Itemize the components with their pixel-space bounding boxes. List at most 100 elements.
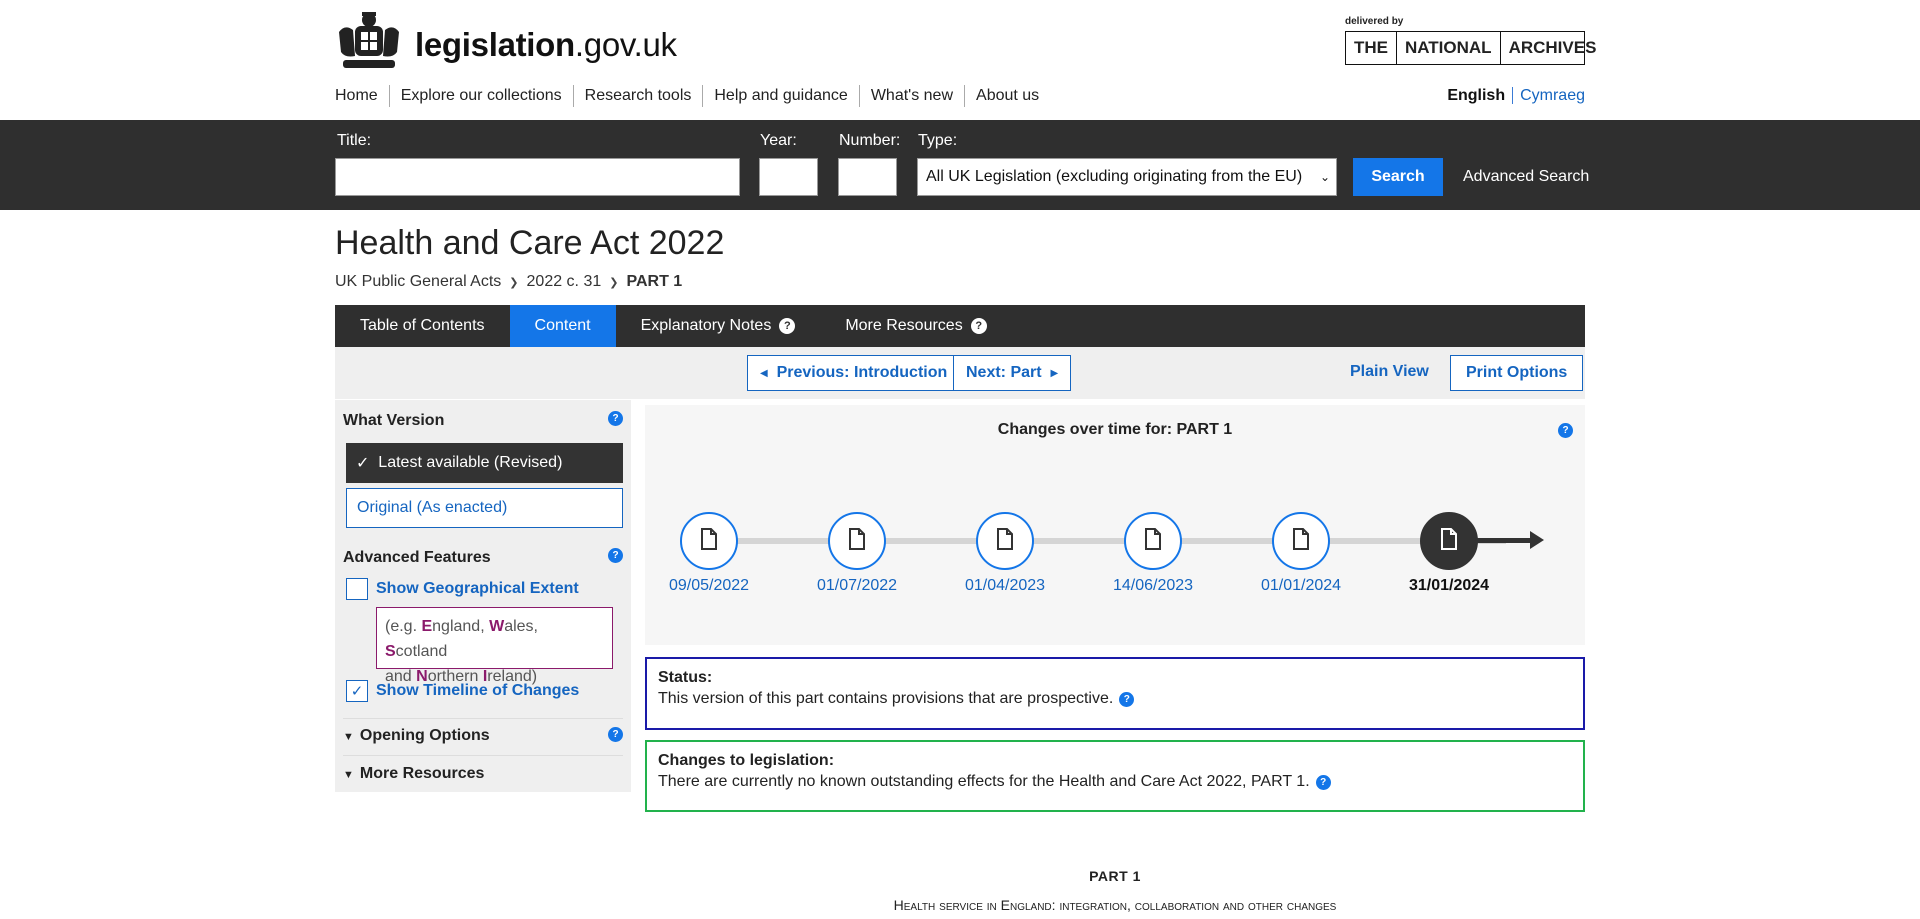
royal-crest-icon [339,12,399,68]
breadcrumb: UK Public General Acts ❯ 2022 c. 31 ❯ PA… [335,273,682,291]
document-icon [996,527,1014,555]
timeline-point[interactable] [1272,512,1330,570]
timeline-panel: Changes over time for: PART 1 ? 09/05/20… [645,405,1585,645]
arrow-right-icon [1530,531,1544,549]
nav-explore-collections[interactable]: Explore our collections [388,85,573,107]
status-heading: Status: [658,669,713,686]
next-button[interactable]: Next: Part ▶ [953,355,1072,391]
more-resources-label: More Resources [359,765,485,782]
help-icon[interactable]: ? [1119,691,1135,707]
help-icon[interactable]: ? [1315,774,1331,790]
changes-text-row: There are currently no known outstanding… [658,773,1572,791]
title-label: Title: [337,132,372,149]
language-switcher: English Cymraeg [1447,85,1585,107]
plain-view-link[interactable]: Plain View [1350,363,1429,381]
year-label: Year: [760,132,797,149]
hint-text: cotland [395,643,448,660]
divider [343,755,623,756]
changes-box: Changes to legislation: There are curren… [645,740,1585,812]
nav-research-tools[interactable]: Research tools [572,85,703,107]
timeline-checkbox[interactable]: ✓ [346,680,368,702]
number-input[interactable] [838,158,897,196]
timeline-point[interactable] [680,512,738,570]
timeline-title: Changes over time for: PART 1 [997,421,1233,438]
timeline-date-link[interactable]: 01/04/2023 [945,577,1065,595]
help-icon[interactable]: ? [779,318,796,334]
year-input[interactable] [759,158,818,196]
timeline-date-link[interactable]: 01/01/2024 [1241,577,1361,595]
help-icon[interactable]: ? [608,727,623,742]
nav-home[interactable]: Home [335,85,389,107]
tab-label: Explanatory Notes [640,317,772,334]
site-name[interactable]: legislation.gov.uk [415,26,677,64]
type-label: Type: [918,132,958,149]
advanced-search-link[interactable]: Advanced Search [1463,168,1589,186]
timeline-point[interactable] [976,512,1034,570]
nav-help-guidance[interactable]: Help and guidance [702,85,858,107]
sidebar: What Version ? ✓ Latest available (Revis… [335,400,631,792]
tab-more-resources[interactable]: More Resources? [820,305,1011,347]
triangle-down-icon: ▼ [343,731,354,743]
chevron-down-icon: ⌄ [1319,170,1330,184]
breadcrumb-chapter-link[interactable]: 2022 c. 31 [527,273,602,291]
part-heading: PART 1 [1089,868,1141,884]
timeline-date-link[interactable]: 01/07/2022 [797,577,917,595]
hint-w: W [489,618,505,635]
hint-text: ngland, [432,618,490,635]
changes-text: There are currently no known outstanding… [658,773,1310,790]
tab-content[interactable]: Content [509,305,616,354]
nav-about-us[interactable]: About us [964,85,1050,107]
timeline-label[interactable]: Show Timeline of Changes [376,682,579,700]
timeline-date-link[interactable]: 14/06/2023 [1093,577,1213,595]
version-original-link[interactable]: Original (As enacted) [346,488,623,528]
search-bar: Title: Year: Number: Type: All UK Legisl… [0,120,1920,210]
content-tabs: Table of Contents Content Explanatory No… [335,305,1585,354]
help-icon[interactable]: ? [1558,423,1573,438]
timeline-point-current [1420,512,1478,570]
timeline-point[interactable] [1124,512,1182,570]
tab-table-of-contents[interactable]: Table of Contents [335,305,510,347]
timeline-point[interactable] [828,512,886,570]
hint-s: S [385,643,396,660]
tab-explanatory-notes[interactable]: Explanatory Notes? [616,305,821,347]
timeline-date-current: 31/01/2024 [1408,577,1490,594]
timeline-date-link[interactable]: 09/05/2022 [649,577,769,595]
site-name-bold: legislation [415,26,575,63]
print-options-button[interactable]: Print Options [1450,355,1584,391]
type-select[interactable]: All UK Legislation (excluding originatin… [917,158,1337,196]
help-icon[interactable]: ? [608,411,623,426]
advanced-features-heading: Advanced Features [343,549,491,566]
document-icon [848,527,866,555]
check-icon: ✓ [350,683,364,700]
check-icon: ✓ [356,455,370,472]
triangle-down-icon: ▼ [343,769,354,781]
tna-word-archives: ARCHIVES [1508,38,1597,57]
version-original-label: Original (As enacted) [357,499,508,516]
what-version-heading: What Version [343,412,445,429]
previous-button[interactable]: ◀ Previous: Introduction [747,355,961,391]
geo-extent-checkbox[interactable] [346,578,368,600]
type-select-value: All UK Legislation (excluding originatin… [926,168,1303,185]
next-label: Next: Part [966,364,1042,381]
opening-options-toggle[interactable]: ▼ Opening Options [343,727,490,745]
search-button[interactable]: Search [1353,158,1443,196]
help-icon[interactable]: ? [608,548,623,563]
main-nav: Home Explore our collections Research to… [335,85,1050,107]
tna-logo[interactable]: delivered by THE NATIONAL ARCHIVES [1345,16,1596,65]
breadcrumb-acts-link[interactable]: UK Public General Acts [335,273,501,291]
help-icon[interactable]: ? [970,318,987,334]
tab-label: More Resources [845,317,963,334]
title-input[interactable] [335,158,740,196]
tna-word-national: NATIONAL [1397,32,1501,64]
lang-welsh-link[interactable]: Cymraeg [1513,87,1585,104]
timeline-track [706,538,1506,544]
status-text-row: This version of this part contains provi… [658,690,1572,708]
more-resources-toggle[interactable]: ▼ More Resources [343,765,484,783]
nav-whats-new[interactable]: What's new [858,85,964,107]
page: legislation.gov.uk delivered by THE NATI… [0,0,1920,919]
chevron-right-icon: ❯ [509,276,519,289]
triangle-right-icon: ▶ [1050,367,1059,379]
delivered-by-text: delivered by [1345,16,1404,27]
geo-extent-label[interactable]: Show Geographical Extent [376,580,579,598]
document-icon [1144,527,1162,555]
